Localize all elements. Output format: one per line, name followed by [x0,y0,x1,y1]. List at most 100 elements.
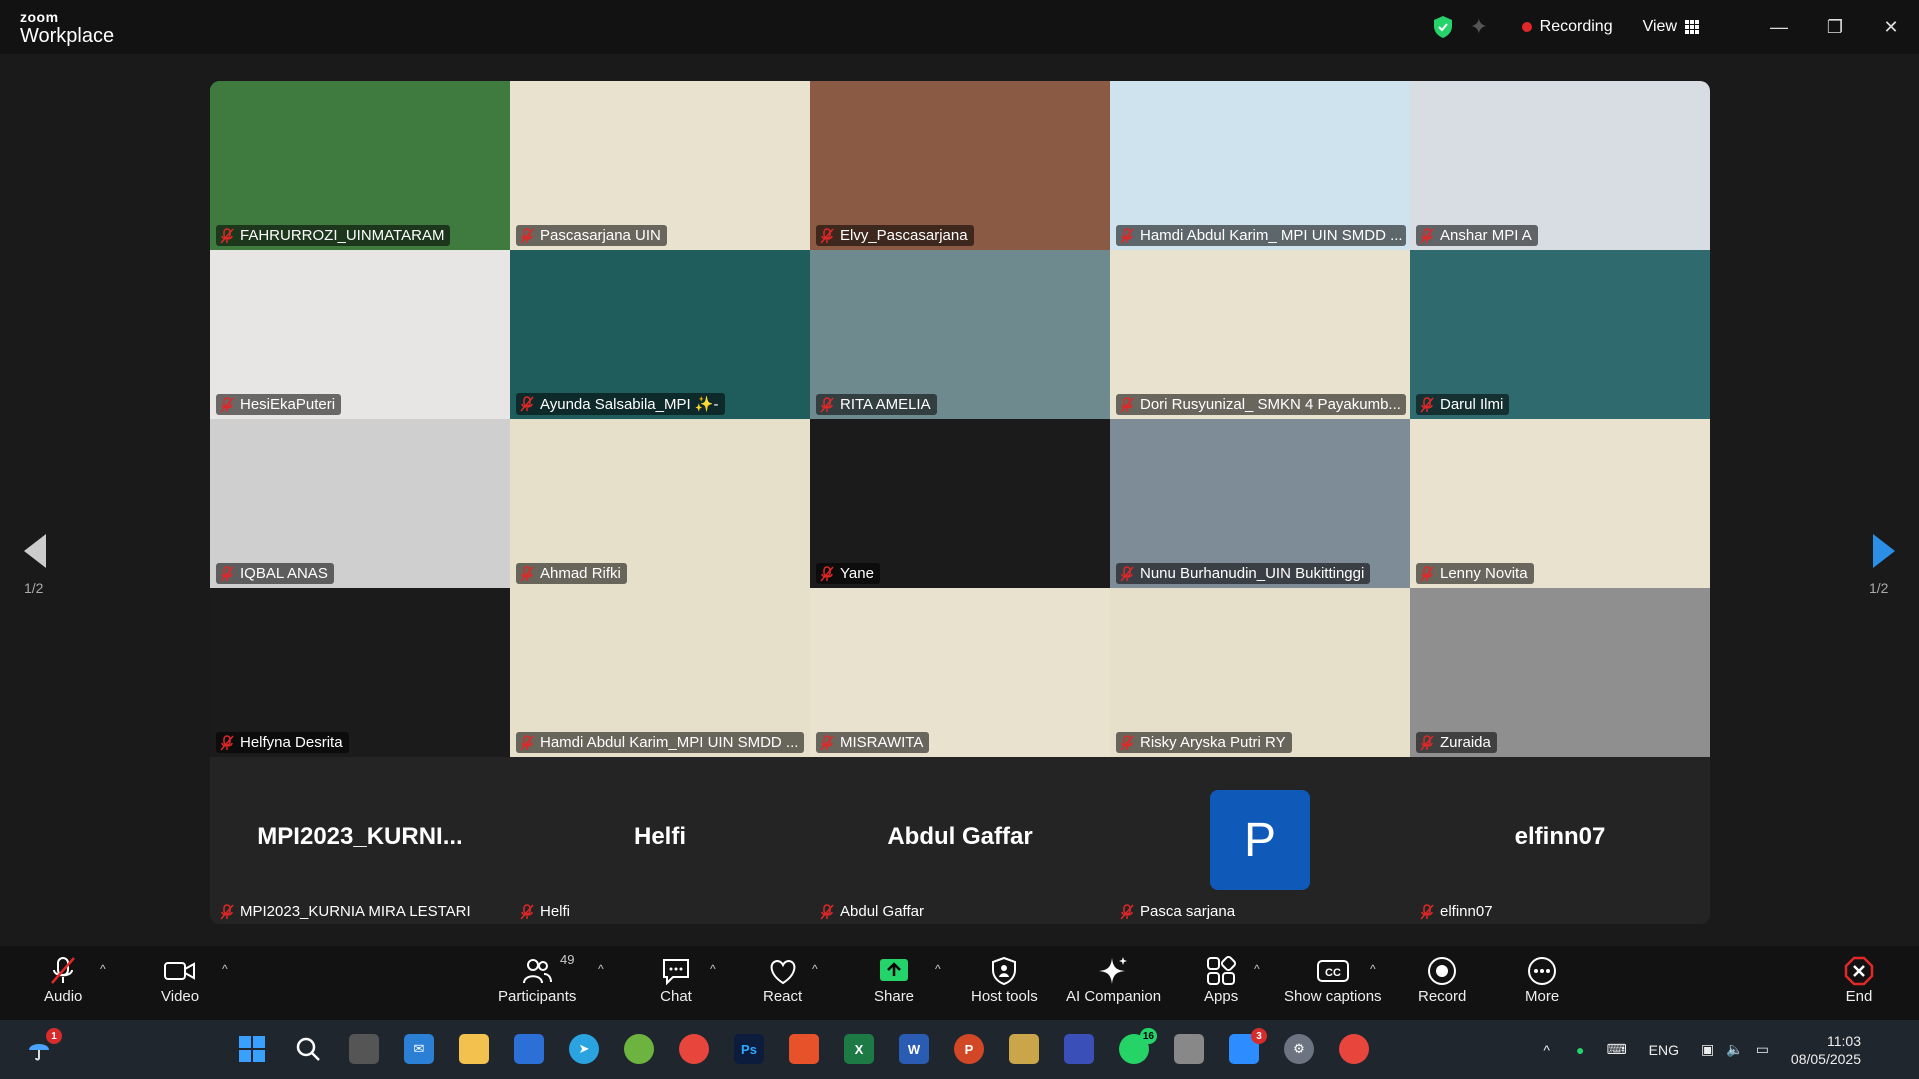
clock[interactable]: 11:03 08/05/2025 [1791,1032,1861,1068]
volume-icon[interactable]: 🔈 [1726,1041,1743,1058]
ai-companion-button[interactable]: AI Companion [1066,954,1161,1005]
react-button[interactable]: React [763,954,802,1005]
zoom-taskbar-icon[interactable]: 3 [1229,1028,1267,1064]
react-options-chevron-icon[interactable]: ^ [812,962,818,976]
windows-start-icon[interactable] [237,1034,267,1064]
next-page-button[interactable]: 1/2 [1869,534,1895,596]
participant-name-tile[interactable]: MPI2023_KURNI... MPI2023_KURNIA MIRA LEST… [210,757,510,924]
prev-page-button[interactable]: 1/2 [24,534,46,596]
participant-video-tile[interactable]: RITA AMELIA [810,250,1110,419]
show-captions-button[interactable]: CC Show captions [1284,954,1382,1005]
close-icon[interactable]: ✕ [1863,0,1919,54]
chat-button[interactable]: Chat [660,954,692,1005]
participant-video-tile[interactable]: Darul Ilmi [1410,250,1710,419]
restore-icon[interactable]: ❐ [1807,0,1863,54]
host-tools-button[interactable]: Host tools [971,954,1038,1005]
file-explorer-icon[interactable] [459,1034,489,1064]
participant-video-tile[interactable]: Dori Rusyunizal_ SMKN 4 Payakumb... [1110,250,1410,419]
task-view-icon[interactable] [349,1034,379,1064]
participant-name: IQBAL ANAS [240,565,328,582]
record-label: Record [1418,988,1467,1005]
participant-video-tile[interactable]: Ahmad Rifki [510,419,810,588]
end-label: End [1845,988,1873,1005]
video-label: Video [161,988,200,1005]
participant-name-tile[interactable]: elfinn07 elfinn07 [1410,757,1710,924]
participant-video-tile[interactable]: Yane [810,419,1110,588]
participant-video-tile[interactable]: Hamdi Abdul Karim_MPI UIN SMDD ... [510,588,810,757]
participant-video-tile[interactable]: Elvy_Pascasarjana [810,81,1110,250]
participant-video-tile[interactable]: Nunu Burhanudin_UIN Bukittinggi [1110,419,1410,588]
muted-mic-icon [1420,734,1434,750]
participant-video-tile[interactable]: Zuraida [1410,588,1710,757]
audio-options-chevron-icon[interactable]: ^ [100,962,106,976]
excel-icon[interactable]: X [844,1034,874,1064]
app-gray-icon[interactable] [1174,1034,1204,1064]
app-red-icon[interactable] [789,1034,819,1064]
whatsapp-icon[interactable]: 16 [1119,1028,1157,1064]
participant-video-tile[interactable]: Risky Aryska Putri RY [1110,588,1410,757]
mail-icon[interactable]: ✉ [404,1034,434,1064]
apps-button[interactable]: Apps [1204,954,1238,1005]
participant-video-tile[interactable]: Helfyna Desrita [210,588,510,757]
weather-widget-icon[interactable]: 1 [24,1028,62,1064]
participant-video-tile[interactable]: IQBAL ANAS [210,419,510,588]
network-icon[interactable]: ▣ [1701,1041,1714,1058]
participant-name-label: Abdul Gaffar [816,901,930,922]
apps-label: Apps [1204,988,1239,1005]
participant-video-tile[interactable]: HesiEkaPuteri [210,250,510,419]
word-icon[interactable]: W [899,1034,929,1064]
participant-video-tile[interactable]: Ayunda Salsabila_MPI ✨- [510,250,810,419]
participant-name-tile[interactable]: Abdul Gaffar Abdul Gaffar [810,757,1110,924]
end-meeting-icon [1844,956,1874,986]
battery-icon[interactable]: ▭ [1756,1041,1769,1058]
share-options-chevron-icon[interactable]: ^ [935,962,941,976]
muted-mic-icon [820,903,834,919]
settings-gear-icon[interactable]: ⚙ [1284,1034,1314,1064]
participant-name-tile[interactable]: P Pasca sarjana [1110,757,1410,924]
minimize-icon[interactable]: — [1751,0,1807,54]
security-shield-icon[interactable] [1432,15,1454,39]
system-tray: ^ ● ⌨ ENG ▣ 🔈 ▭ 11:03 08/05/2025 [1543,1020,1919,1079]
microphone-tray-icon[interactable]: ● [1576,1042,1584,1058]
participant-name: Helfi [540,903,571,920]
participant-video-tile[interactable]: Anshar MPI A [1410,81,1710,250]
drawing-app-icon[interactable] [1009,1034,1039,1064]
keyboard-icon[interactable]: ⌨ [1606,1041,1626,1058]
tray-overflow-chevron-icon[interactable]: ^ [1543,1042,1550,1058]
record-button[interactable]: Record [1418,954,1466,1005]
ai-sparkle-icon[interactable]: ✦ [1470,15,1494,39]
chrome-icon[interactable] [679,1034,709,1064]
avatar: P [1210,790,1310,890]
language-indicator[interactable]: ENG [1649,1042,1679,1058]
apps-options-chevron-icon[interactable]: ^ [1254,962,1260,976]
photoshop-icon[interactable]: Ps [734,1034,764,1064]
view-button[interactable]: View [1643,18,1699,36]
participants-options-chevron-icon[interactable]: ^ [598,962,604,976]
microsoft-store-icon[interactable] [514,1034,544,1064]
whatsapp-badge: 16 [1139,1028,1157,1044]
recording-indicator[interactable]: Recording [1521,18,1613,36]
share-button[interactable]: Share [874,954,914,1005]
participant-name-tile[interactable]: Helfi Helfi [510,757,810,924]
more-button[interactable]: More [1525,954,1559,1005]
participant-video-tile[interactable]: Pascasarjana UIN [510,81,810,250]
video-button[interactable]: Video [161,954,199,1005]
end-meeting-button[interactable]: End [1844,954,1874,1005]
app-blue-icon[interactable] [1064,1034,1094,1064]
participants-button[interactable]: Participants 49 [498,952,576,1005]
audio-button[interactable]: Audio [44,954,82,1005]
video-options-chevron-icon[interactable]: ^ [222,962,228,976]
search-icon[interactable] [293,1034,323,1064]
participant-video-tile[interactable]: Hamdi Abdul Karim_ MPI UIN SMDD ... [1110,81,1410,250]
participant-video-tile[interactable]: MISRAWITA [810,588,1110,757]
participant-video-tile[interactable]: Lenny Novita [1410,419,1710,588]
chrome-profile-icon[interactable] [1339,1034,1369,1064]
participant-name: Darul Ilmi [1440,396,1504,413]
participant-video-tile[interactable]: FAHRURROZI_UINMATARAM [210,81,510,250]
captions-options-chevron-icon[interactable]: ^ [1370,962,1376,976]
vpn-app-icon[interactable] [624,1034,654,1064]
powerpoint-icon[interactable]: P [954,1034,984,1064]
chat-options-chevron-icon[interactable]: ^ [710,962,716,976]
telegram-icon[interactable]: ➤ [569,1034,599,1064]
participant-name-label: MPI2023_KURNIA MIRA LESTARI [216,901,477,922]
